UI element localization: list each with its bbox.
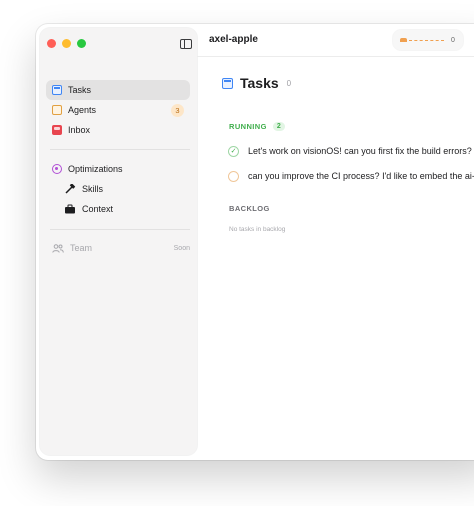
sidebar: Tasks Agents 3 Inbox Optimizations Skill… bbox=[40, 28, 197, 455]
sidebar-item-inbox[interactable]: Inbox bbox=[46, 120, 190, 140]
sidebar-item-label: Agents bbox=[68, 105, 97, 115]
app-window: Tasks Agents 3 Inbox Optimizations Skill… bbox=[36, 24, 474, 460]
sidebar-item-skills[interactable]: Skills bbox=[64, 181, 103, 197]
titlebar: axel-apple 0 bbox=[197, 24, 474, 57]
sidebar-item-team: Team Soon bbox=[52, 243, 190, 253]
sidebar-item-label: Context bbox=[82, 204, 114, 214]
minimize-window-button[interactable] bbox=[62, 39, 71, 48]
sidebar-divider bbox=[50, 229, 190, 230]
backlog-section-header: BACKLOG bbox=[229, 204, 270, 213]
tasks-icon bbox=[222, 77, 233, 89]
task-pending-circle-icon[interactable] bbox=[228, 170, 239, 182]
zoom-window-button[interactable] bbox=[77, 39, 86, 48]
activity-count: 0 bbox=[451, 36, 455, 44]
sidebar-divider bbox=[50, 149, 190, 150]
agents-count-badge: 3 bbox=[171, 103, 184, 117]
sidebar-item-label: Inbox bbox=[68, 125, 91, 135]
workspace-name[interactable]: axel-apple bbox=[209, 34, 258, 45]
task-title: can you improve the CI process? I'd like… bbox=[248, 171, 474, 181]
task-row[interactable]: can you improve the CI process? I'd like… bbox=[228, 169, 474, 183]
task-title: Let's work on visionOS! can you first fi… bbox=[248, 146, 472, 156]
sidebar-item-label: Team bbox=[70, 243, 93, 253]
running-label: RUNNING bbox=[229, 122, 267, 131]
sidebar-item-label: Optimizations bbox=[68, 164, 123, 174]
page-count: 0 bbox=[286, 78, 292, 88]
tasks-icon bbox=[52, 85, 62, 95]
sidebar-toggle-icon[interactable] bbox=[180, 39, 192, 49]
sidebar-item-label: Tasks bbox=[68, 85, 92, 95]
task-done-checkmark-icon[interactable]: ✓ bbox=[228, 145, 239, 157]
page-header: Tasks 0 bbox=[222, 75, 291, 91]
running-section-header: RUNNING 2 bbox=[229, 122, 286, 131]
sidebar-item-optimizations[interactable]: Optimizations bbox=[46, 159, 190, 179]
optimizations-icon bbox=[52, 164, 62, 174]
activity-icon bbox=[400, 38, 407, 42]
briefcase-icon bbox=[64, 204, 76, 214]
main-content: axel-apple 0 Tasks 0 RUNNING 2 ✓ Let's w… bbox=[197, 24, 474, 460]
page-title: Tasks bbox=[240, 75, 279, 91]
inbox-icon bbox=[52, 125, 62, 135]
close-window-button[interactable] bbox=[47, 39, 56, 48]
backlog-empty-text: No tasks in backlog bbox=[229, 226, 286, 233]
sidebar-item-agents[interactable]: Agents 3 bbox=[46, 100, 190, 120]
task-row[interactable]: ✓ Let's work on visionOS! can you first … bbox=[228, 144, 472, 158]
activity-progress bbox=[409, 39, 444, 41]
backlog-label: BACKLOG bbox=[229, 204, 270, 213]
sidebar-item-tasks[interactable]: Tasks bbox=[46, 80, 190, 100]
running-count-badge: 2 bbox=[272, 122, 286, 131]
hammer-icon bbox=[64, 183, 76, 194]
soon-label: Soon bbox=[173, 244, 190, 252]
window-controls bbox=[47, 39, 86, 48]
activity-indicator[interactable]: 0 bbox=[393, 30, 463, 50]
sidebar-item-context[interactable]: Context bbox=[64, 201, 113, 217]
sidebar-item-label: Skills bbox=[82, 184, 104, 194]
agents-icon bbox=[52, 105, 62, 115]
people-icon bbox=[52, 243, 64, 253]
